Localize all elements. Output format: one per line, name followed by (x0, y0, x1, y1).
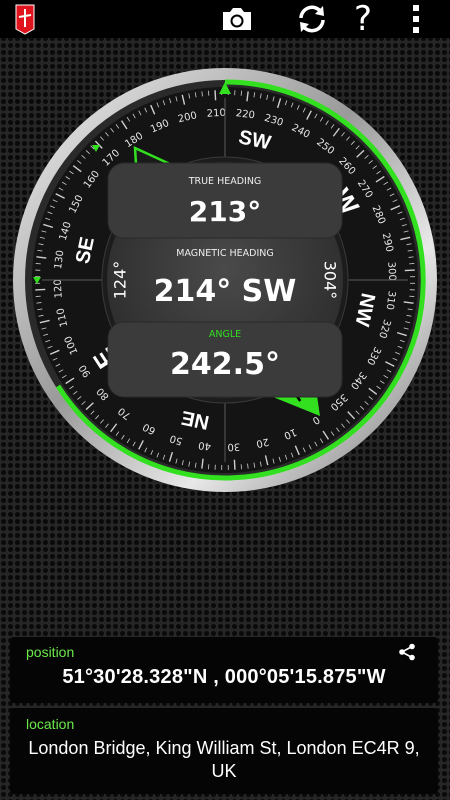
magnetic-heading-label: MAGNETIC HEADING (176, 248, 274, 259)
compass[interactable]: 0 10 20 30 40 50 60 70 80 90 100 110 120 130 140 150 160… (0, 40, 450, 520)
top-toolbar: ? (0, 0, 450, 38)
dial-tick (233, 459, 236, 470)
left-bearing: 124° (111, 261, 130, 300)
dial-tick (35, 288, 46, 291)
location-value: London Bridge, King William St, London E… (28, 738, 420, 781)
help-icon[interactable]: ? (348, 0, 378, 38)
dial-tick (214, 90, 217, 101)
angle-label: ANGLE (209, 329, 241, 340)
dial-tick (404, 269, 415, 272)
more-vert-icon[interactable] (404, 0, 428, 38)
dial-label: 120 (53, 279, 65, 299)
compass-dial: 0102030405060708090100110120130140150160… (13, 68, 437, 492)
dial-label: 220 (235, 108, 255, 121)
refresh-icon[interactable] (292, 0, 332, 38)
app-logo-icon (14, 3, 36, 35)
position-value: 51°30'28.328"N , 000°05'15.875"W (62, 666, 386, 688)
share-icon[interactable] (398, 643, 416, 661)
location-label: location (26, 716, 75, 732)
true-heading-label: TRUE HEADING (188, 176, 262, 187)
magnetic-heading-value: 214° SW (154, 274, 297, 309)
dial-label: 300 (385, 261, 397, 281)
true-heading-value: 213° (189, 195, 261, 228)
right-bearing: 304° (321, 261, 340, 300)
dial-label: 40 (198, 439, 212, 451)
angle-value: 242.5° (170, 347, 280, 382)
dial-label: 30 (227, 440, 240, 452)
location-panel: location London Bridge, King William St,… (10, 708, 438, 794)
camera-icon[interactable] (218, 0, 256, 38)
position-panel: position 51°30'28.328"N , 000°05'15.875"… (10, 637, 438, 703)
dial-label: 130 (53, 250, 66, 270)
dial-label: 310 (384, 290, 397, 310)
dial-label: 210 (206, 108, 226, 120)
position-label: position (26, 644, 75, 660)
